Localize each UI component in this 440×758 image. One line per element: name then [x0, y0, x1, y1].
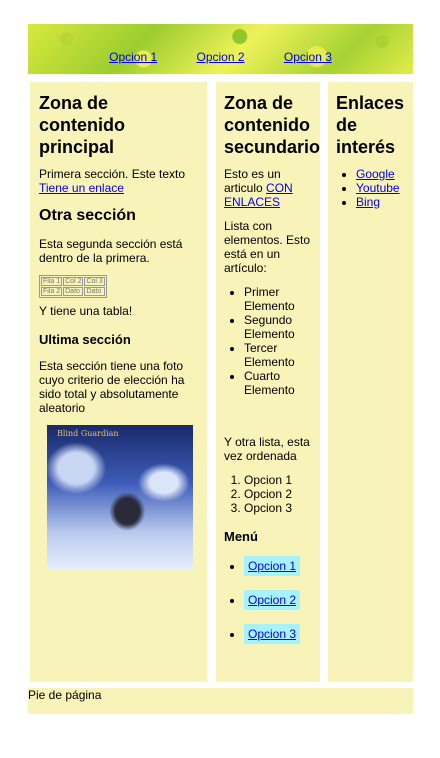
links-list: Google Youtube Bing — [336, 167, 405, 209]
menu-link-2[interactable]: Opcion 2 — [244, 590, 301, 610]
link-bing[interactable]: Bing — [356, 195, 380, 209]
data-table: Fila 1 Col 2 Col 3 Fila 2 Dato Dato — [39, 275, 107, 298]
secondary-title: Zona de contenido secundario — [224, 93, 321, 157]
list-item: Segundo Elemento — [244, 313, 312, 341]
section2-title: Otra sección — [39, 207, 136, 224]
link-item: Google — [356, 167, 405, 181]
secondary-content: Zona de contenido secundario Esto es un … — [216, 82, 320, 682]
list-item: Opcion 2 — [244, 487, 312, 501]
list-item: Opcion 3 — [244, 501, 312, 515]
header-banner: Opcion 1 Opcion 2 Opcion 3 — [28, 24, 413, 74]
list-item: Primer Elemento — [244, 285, 312, 313]
intro-paragraph: Primera sección. Este texto Tiene un enl… — [39, 167, 198, 195]
nav-link-1[interactable]: Opcion 1 — [109, 50, 157, 64]
table-cell: Col 2 — [63, 277, 84, 286]
page-footer: Pie de página — [28, 688, 413, 714]
menu-item: Opcion 1 — [244, 556, 312, 576]
menu-link-3[interactable]: Opcion 3 — [244, 624, 301, 644]
list-intro: Lista con elementos. Esto está en un art… — [224, 219, 311, 275]
nav-link-2[interactable]: Opcion 2 — [196, 50, 244, 64]
section3-title: Ultima sección — [39, 332, 131, 347]
table-row: Fila 2 Dato Dato — [41, 287, 105, 296]
list-item: Opcion 1 — [244, 473, 312, 487]
section2-text: Esta segunda sección está dentro de la p… — [39, 237, 183, 265]
top-nav: Opcion 1 Opcion 2 Opcion 3 — [28, 50, 413, 64]
menu-item: Opcion 3 — [244, 624, 312, 644]
menu-item: Opcion 2 — [244, 590, 312, 610]
link-item: Youtube — [356, 181, 405, 195]
nav-link-3[interactable]: Opcion 3 — [284, 50, 332, 64]
table-cell: Col 3 — [84, 277, 105, 286]
links-title: Enlaces de interés — [336, 93, 405, 157]
table-cell: Fila 1 — [41, 277, 63, 286]
table-row: Fila 1 Col 2 Col 3 — [41, 277, 105, 286]
photo-logo: Blind Guardian — [57, 429, 119, 438]
list-item: Tercer Elemento — [244, 341, 312, 369]
table-cell: Fila 2 — [41, 287, 63, 296]
menu-title: Menú — [224, 529, 258, 544]
album-photo: Blind Guardian — [47, 425, 193, 569]
table-caption: Y tiene una tabla! — [39, 304, 133, 318]
table-cell: Dato — [84, 287, 105, 296]
section3-text: Esta sección tiene una foto cuyo criteri… — [39, 359, 185, 415]
unordered-list: Primer Elemento Segundo Elemento Tercer … — [224, 285, 312, 397]
menu-link-1[interactable]: Opcion 1 — [244, 556, 301, 576]
intro-link[interactable]: Tiene un enlace — [39, 181, 124, 195]
article-paragraph: Esto es un articulo CON ENLACES — [224, 167, 312, 209]
link-item: Bing — [356, 195, 405, 209]
links-panel: Enlaces de interés Google Youtube Bing — [328, 82, 413, 682]
menu-list: Opcion 1 Opcion 2 Opcion 3 — [224, 556, 312, 644]
link-youtube[interactable]: Youtube — [356, 181, 400, 195]
main-content: Zona de contenido principal Primera secc… — [30, 82, 207, 682]
main-title: Zona de contenido principal — [39, 93, 125, 157]
ordered-intro: Y otra lista, esta vez ordenada — [224, 435, 310, 463]
intro-text: Primera sección. Este texto — [39, 167, 186, 181]
ordered-list: Opcion 1 Opcion 2 Opcion 3 — [224, 473, 312, 515]
table-cell: Dato — [63, 287, 84, 296]
list-item: Cuarto Elemento — [244, 369, 312, 397]
footer-text: Pie de página — [28, 688, 102, 702]
link-google[interactable]: Google — [356, 167, 395, 181]
